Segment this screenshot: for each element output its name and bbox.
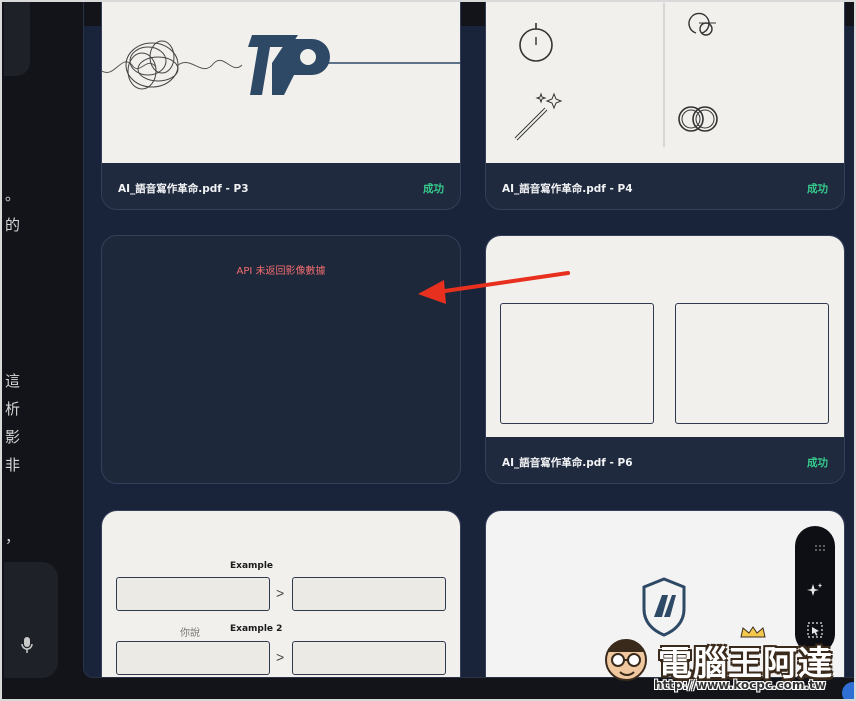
chat-text-fragment: 析 <box>5 400 21 418</box>
slide-arrow: > <box>276 585 285 601</box>
card-file-name: AI_語音寫作革命.pdf - P4 <box>502 183 633 195</box>
slide-frame-right <box>675 303 829 424</box>
slide-box <box>292 577 446 611</box>
card-file-name: AI_語音寫作革命.pdf - P3 <box>118 183 249 195</box>
slide-heading: Example 2 <box>230 624 283 634</box>
watermark-url: http://www.kocpc.com.tw <box>654 678 826 692</box>
status-badge: 成功 <box>807 457 828 469</box>
slide-frame-left <box>500 303 654 424</box>
card-caption: AI_語音寫作革命.pdf - P6 成功 <box>486 437 844 483</box>
card-caption: AI_語音寫作革命.pdf - P3 成功 <box>102 163 460 209</box>
chat-bubble-top <box>4 2 30 76</box>
screenshot-frame: 。 的 這 析 影 非 ， AI_語音寫作革命.pdf - P3 成功 AI_語… <box>0 0 856 701</box>
slide-thumbnail <box>486 2 844 163</box>
result-card-p4[interactable]: AI_語音寫作革命.pdf - P4 成功 <box>485 2 845 210</box>
slide-label: 你說 <box>180 628 200 639</box>
grip-icon[interactable] <box>814 544 826 552</box>
microphone-icon[interactable] <box>20 636 34 654</box>
chat-text-fragment: 這 <box>5 372 21 390</box>
slide-thumbnail: Example > 你說 Example 2 > <box>102 511 460 677</box>
chat-text-fragment: 影 <box>5 428 21 446</box>
mascot-logo <box>605 639 647 681</box>
slide-illustration <box>514 3 718 147</box>
slide-box <box>116 641 270 675</box>
chat-column: 。 的 這 析 影 非 ， <box>2 2 84 699</box>
card-caption: AI_語音寫作革命.pdf - P4 成功 <box>486 163 844 209</box>
slide-arrow: > <box>276 649 285 665</box>
slide-illustration <box>102 35 460 95</box>
slide-box <box>292 641 446 675</box>
result-card-p3[interactable]: AI_語音寫作革命.pdf - P3 成功 <box>101 2 461 210</box>
card-file-name: AI_語音寫作革命.pdf - P6 <box>502 457 633 469</box>
annotation-arrow <box>418 271 570 304</box>
status-badge: 成功 <box>423 183 444 195</box>
status-badge: 成功 <box>807 183 828 195</box>
result-card-p7[interactable]: Example > 你說 Example 2 > <box>101 510 461 677</box>
slide-heading: Example <box>230 561 274 571</box>
chat-text-fragment: ， <box>5 528 21 546</box>
slide-thumbnail <box>102 2 460 163</box>
chat-text-fragment: 的 <box>5 216 21 234</box>
sparkle-icon[interactable] <box>805 580 825 600</box>
corner-button[interactable] <box>842 682 854 699</box>
slide-box <box>116 577 270 611</box>
chat-input-area[interactable] <box>4 562 58 678</box>
image-results-panel: AI_語音寫作革命.pdf - P3 成功 AI_語音寫作革命.pdf - P4… <box>83 2 854 678</box>
chat-text-fragment: 非 <box>5 456 21 474</box>
chat-text-fragment: 。 <box>5 186 21 204</box>
